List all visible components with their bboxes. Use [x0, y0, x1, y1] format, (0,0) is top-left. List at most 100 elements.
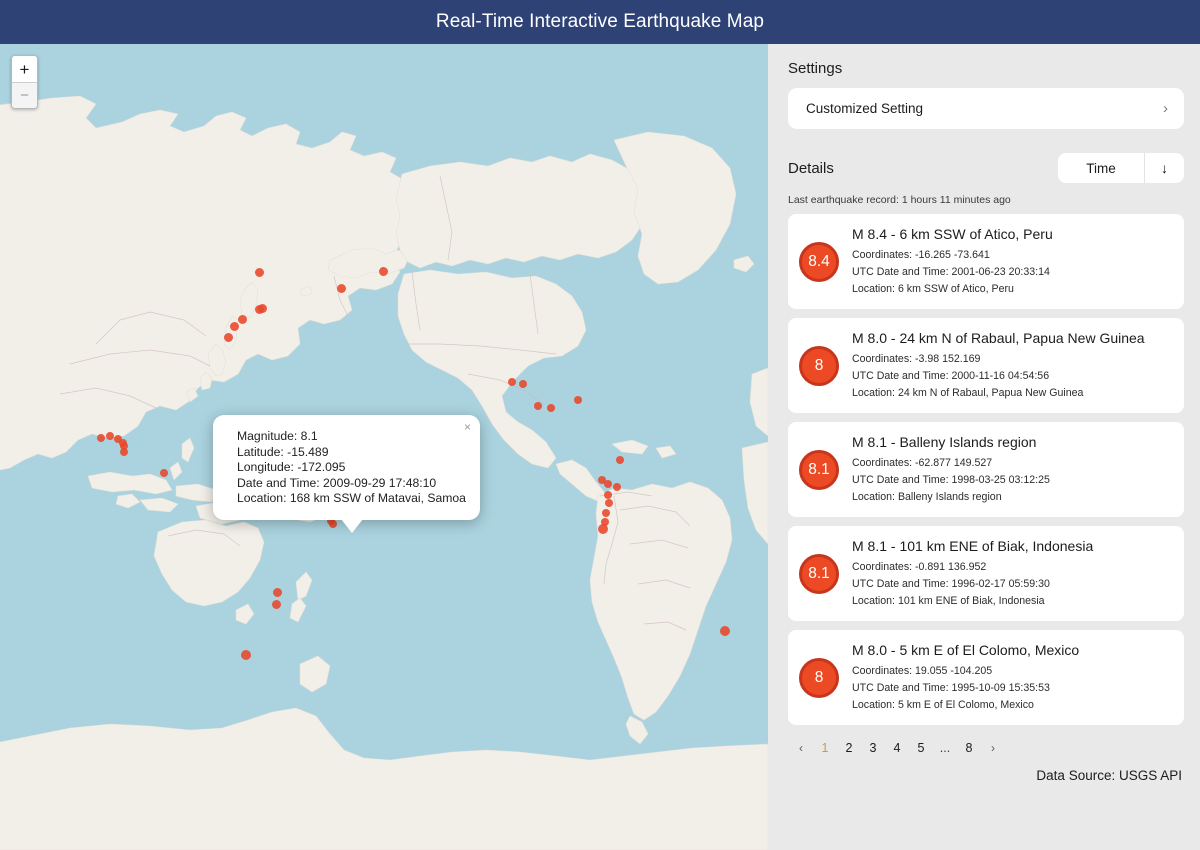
earthquake-marker[interactable]: [720, 626, 730, 636]
pagination-ellipsis: ...: [939, 741, 951, 755]
sort-direction-down-icon[interactable]: ↓: [1144, 153, 1184, 183]
earthquake-marker[interactable]: [598, 524, 608, 534]
earthquake-marker[interactable]: [106, 432, 114, 440]
magnitude-badge: 8.1: [799, 449, 839, 490]
earthquake-marker[interactable]: [605, 499, 613, 507]
earthquake-location: Location: 5 km E of El Colomo, Mexico: [852, 699, 1034, 711]
customized-setting-label: Customized Setting: [806, 101, 924, 116]
earthquake-location: Location: Balleny Islands region: [852, 491, 1002, 503]
pagination-page-2[interactable]: 2: [838, 737, 860, 759]
map-popup[interactable]: × Magnitude: 8.1 Latitude: -15.489 Longi…: [213, 415, 480, 533]
earthquake-card[interactable]: 8.1 M 8.1 - Balleny Islands region Coordin…: [788, 422, 1184, 517]
popup-longitude: Longitude: -172.095: [237, 460, 346, 475]
earthquake-card-body: M 8.0 - 24 km N of Rabaul, Papua New Gui…: [852, 329, 1170, 402]
earthquake-marker[interactable]: [97, 434, 105, 442]
earthquake-marker[interactable]: [237, 314, 247, 324]
earthquake-marker[interactable]: [272, 587, 282, 597]
sidebar-panel: Settings Customized Setting › Details Ti…: [768, 44, 1200, 850]
pagination-page-1[interactable]: 1: [814, 737, 836, 759]
earthquake-utc-datetime: UTC Date and Time: 2000-11-16 04:54:56: [852, 370, 1050, 382]
customized-setting-item[interactable]: Customized Setting ›: [788, 88, 1184, 129]
earthquake-marker[interactable]: [160, 469, 168, 477]
earthquake-utc-datetime: UTC Date and Time: 1996-02-17 05:59:30: [852, 578, 1050, 590]
last-record-text: Last earthquake record: 1 hours 11 minut…: [788, 194, 1011, 206]
earthquake-location: Location: 24 km N of Rabaul, Papua New G…: [852, 387, 1084, 399]
earthquake-location: Location: 101 km ENE of Biak, Indonesia: [852, 595, 1045, 607]
earthquake-marker[interactable]: [534, 402, 542, 410]
earthquake-card[interactable]: 8 M 8.0 - 24 km N of Rabaul, Papua New Gu…: [788, 318, 1184, 413]
map-pane[interactable]: + − × Magnitude: 8.1 Latitude: -15.489 L…: [0, 44, 768, 850]
earthquake-utc-datetime: UTC Date and Time: 1995-10-09 15:35:53: [852, 682, 1050, 694]
pagination-page-8[interactable]: 8: [958, 737, 980, 759]
sort-control[interactable]: Time ↓: [1058, 153, 1184, 183]
magnitude-badge: 8: [799, 657, 839, 698]
settings-heading: Settings: [788, 60, 843, 77]
popup-magnitude: Magnitude: 8.1: [237, 429, 318, 443]
magnitude-badge: 8.4: [799, 241, 839, 282]
chevron-right-icon: ›: [1163, 100, 1168, 117]
sort-key-button[interactable]: Time: [1058, 153, 1144, 183]
pagination-page-5[interactable]: 5: [910, 737, 932, 759]
earthquake-marker[interactable]: [616, 456, 624, 464]
page-title: Real-Time Interactive Earthquake Map: [435, 11, 765, 32]
earthquake-title: M 8.0 - 5 km E of El Colomo, Mexico: [852, 642, 1080, 658]
earthquake-list: 8.4 M 8.4 - 6 km SSW of Atico, Peru Coordi…: [788, 214, 1184, 725]
magnitude-badge: 8.1: [799, 553, 839, 594]
earthquake-marker[interactable]: [271, 599, 281, 609]
earthquake-card-body: M 8.1 - 101 km ENE of Biak, Indonesia Coo…: [852, 537, 1170, 610]
map-zoom-control[interactable]: + −: [11, 55, 38, 109]
earthquake-marker[interactable]: [574, 396, 582, 404]
popup-latitude: Latitude: -15.489: [237, 444, 329, 459]
earthquake-utc-datetime: UTC Date and Time: 1998-03-25 03:12:25: [852, 474, 1050, 486]
app-body: + − × Magnitude: 8.1 Latitude: -15.489 L…: [0, 44, 1200, 850]
earthquake-title: M 8.1 - 101 km ENE of Biak, Indonesia: [852, 538, 1094, 554]
earthquake-marker[interactable]: [223, 332, 233, 342]
earthquake-title: M 8.1 - Balleny Islands region: [852, 434, 1037, 450]
pagination-next-button[interactable]: ›: [982, 737, 1004, 759]
earthquake-card[interactable]: 8.4 M 8.4 - 6 km SSW of Atico, Peru Coordi…: [788, 214, 1184, 309]
earthquake-marker[interactable]: [257, 303, 267, 313]
zoom-out-button[interactable]: −: [12, 82, 37, 108]
earthquake-marker[interactable]: [120, 448, 128, 456]
earthquake-card-body: M 8.0 - 5 km E of El Colomo, Mexico Coord…: [852, 641, 1170, 714]
earthquake-marker[interactable]: [329, 520, 337, 528]
earthquake-coordinates: Coordinates: -16.265 -73.641: [852, 249, 990, 261]
earthquake-marker[interactable]: [547, 404, 555, 412]
earthquake-marker[interactable]: [519, 380, 527, 388]
earthquake-marker[interactable]: [508, 378, 516, 386]
app-header: Real-Time Interactive Earthquake Map: [0, 0, 1200, 44]
earthquake-card[interactable]: 8.1 M 8.1 - 101 km ENE of Biak, Indonesia…: [788, 526, 1184, 621]
earthquake-card-body: M 8.1 - Balleny Islands region Coordinate…: [852, 433, 1170, 506]
earthquake-title: M 8.4 - 6 km SSW of Atico, Peru: [852, 226, 1053, 242]
pagination-page-4[interactable]: 4: [886, 737, 908, 759]
earthquake-location: Location: 6 km SSW of Atico, Peru: [852, 283, 1014, 295]
earthquake-card[interactable]: 8 M 8.0 - 5 km E of El Colomo, Mexico Coor…: [788, 630, 1184, 725]
close-icon[interactable]: ×: [464, 421, 471, 433]
earthquake-coordinates: Coordinates: -3.98 152.169: [852, 353, 981, 365]
earthquake-marker[interactable]: [602, 509, 610, 517]
earthquake-marker[interactable]: [241, 650, 251, 660]
popup-location: Location: 168 km SSW of Matavai, Samoa: [237, 491, 466, 506]
pagination-page-3[interactable]: 3: [862, 737, 884, 759]
earthquake-marker[interactable]: [254, 267, 264, 277]
popup-datetime: Date and Time: 2009-09-29 17:48:10: [237, 475, 437, 490]
earthquake-coordinates: Coordinates: -62.877 149.527: [852, 457, 993, 469]
earthquake-marker[interactable]: [229, 321, 239, 331]
earthquake-marker[interactable]: [613, 483, 621, 491]
data-source-label: Data Source: USGS API: [1036, 768, 1182, 783]
earthquake-card-body: M 8.4 - 6 km SSW of Atico, Peru Coordinat…: [852, 225, 1170, 298]
earthquake-title: M 8.0 - 24 km N of Rabaul, Papua New Gui…: [852, 330, 1145, 346]
details-heading: Details: [788, 159, 834, 177]
earthquake-marker[interactable]: [604, 480, 612, 488]
pagination[interactable]: ‹ 1 2 3 4 5... 8 ›: [788, 737, 1184, 759]
earthquake-coordinates: Coordinates: -0.891 136.952: [852, 561, 987, 573]
earthquake-map-app: Real-Time Interactive Earthquake Map + −…: [0, 0, 1200, 850]
earthquake-marker[interactable]: [604, 491, 612, 499]
earthquake-utc-datetime: UTC Date and Time: 2001-06-23 20:33:14: [852, 266, 1050, 278]
earthquake-marker[interactable]: [378, 266, 388, 276]
zoom-in-button[interactable]: +: [12, 56, 37, 82]
details-header-row: Details Time ↓: [788, 153, 1184, 183]
pagination-prev-button[interactable]: ‹: [790, 737, 812, 759]
magnitude-badge: 8: [799, 345, 839, 386]
earthquake-marker[interactable]: [336, 283, 346, 293]
